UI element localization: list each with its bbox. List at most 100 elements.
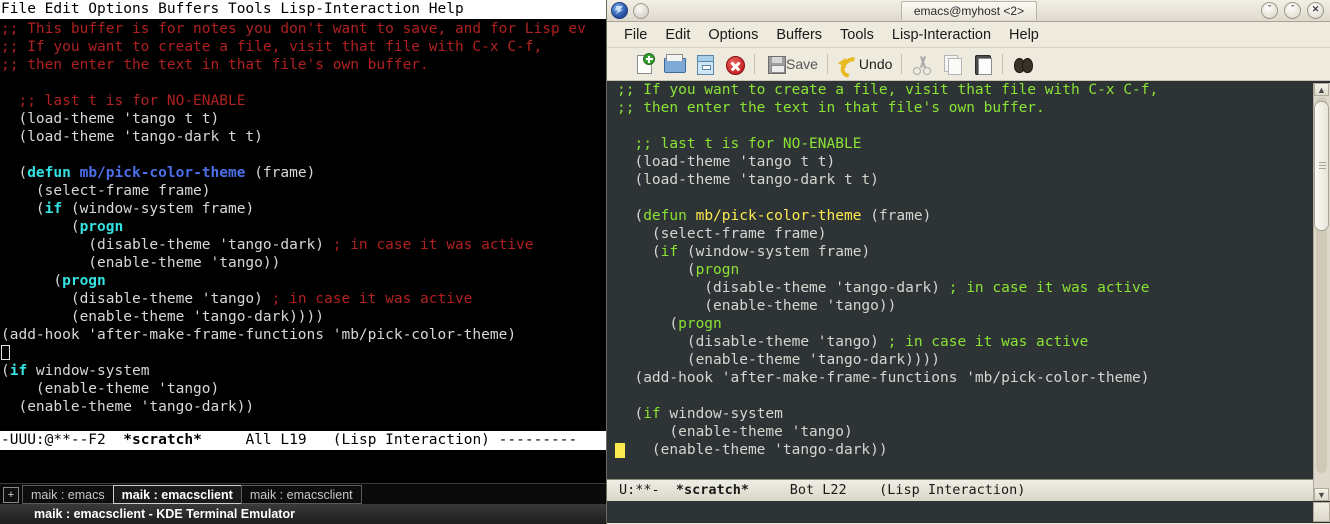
new-tab-button[interactable]: + bbox=[3, 486, 19, 503]
emacs-titlebar[interactable]: emacs@myhost <2> ˇ ˆ ✕ bbox=[607, 0, 1330, 22]
close-buffer-button[interactable] bbox=[719, 50, 749, 78]
scrollbar-down-arrow[interactable]: ▼ bbox=[1314, 488, 1329, 501]
buffer-line-blank bbox=[607, 189, 1330, 207]
undo-icon bbox=[837, 53, 859, 75]
modeline-flags: -UUU:@**--F2 bbox=[1, 432, 106, 448]
window-resize-grip[interactable] bbox=[1313, 502, 1330, 522]
paste-button[interactable] bbox=[967, 50, 997, 78]
buffer-line: (disable-theme 'tango) ; in case it was … bbox=[1, 291, 473, 307]
emacs-logo-icon bbox=[611, 2, 628, 19]
buffer-line: (add-hook 'after-make-frame-functions 'm… bbox=[617, 370, 1150, 386]
copy-icon bbox=[941, 53, 963, 75]
modeline-position: All L19 bbox=[245, 432, 307, 448]
new-file-button[interactable] bbox=[629, 50, 659, 78]
buffer-line-cursor bbox=[0, 344, 606, 362]
cut-button[interactable] bbox=[907, 50, 937, 78]
menu-buffers[interactable]: Buffers bbox=[767, 26, 831, 44]
buffer-line: (enable-theme 'tango)) bbox=[617, 298, 897, 314]
save-as-icon bbox=[693, 53, 715, 75]
search-button[interactable] bbox=[1008, 50, 1038, 78]
konsole-window: File Edit Options Buffers Tools Lisp-Int… bbox=[0, 0, 606, 524]
cut-icon bbox=[911, 53, 933, 75]
buffer-line: (if window-system bbox=[1, 363, 150, 379]
buffer-line-blank bbox=[0, 146, 606, 164]
modeline-major-mode: (Lisp Interaction) bbox=[879, 482, 1026, 498]
buffer-line: (defun mb/pick-color-theme (frame) bbox=[617, 208, 932, 224]
terminal-emacs-buffer[interactable]: ;; This buffer is for notes you don't wa… bbox=[0, 19, 606, 432]
terminal-emacs-menubar[interactable]: File Edit Options Buffers Tools Lisp-Int… bbox=[0, 0, 606, 19]
buffer-line: (disable-theme 'tango) ; in case it was … bbox=[617, 334, 1089, 350]
buffer-line: ;; then enter the text in that file's ow… bbox=[617, 100, 1045, 116]
modeline-major-mode: (Lisp Interaction) bbox=[332, 432, 490, 448]
konsole-statusbar: maik : emacsclient - KDE Terminal Emulat… bbox=[0, 504, 606, 524]
maximize-button[interactable]: ˆ bbox=[1284, 2, 1301, 19]
buffer-line: (if (window-system frame) bbox=[1, 201, 255, 217]
emacs-gui-window: emacs@myhost <2> ˇ ˆ ✕ File Edit Options… bbox=[606, 0, 1330, 524]
konsole-tab-emacs[interactable]: maik : emacs bbox=[22, 485, 114, 504]
menu-help[interactable]: Help bbox=[1000, 26, 1048, 44]
toolbar-separator bbox=[826, 54, 828, 74]
emacs-toolbar: Save Undo bbox=[607, 48, 1330, 81]
emacs-buffer-area[interactable]: ;; If you want to create a file, visit t… bbox=[607, 81, 1330, 479]
buffer-line: ;; This buffer is for notes you don't wa… bbox=[1, 21, 586, 37]
menu-file[interactable]: File bbox=[615, 26, 656, 44]
menu-lisp-interaction[interactable]: Lisp-Interaction bbox=[883, 26, 1000, 44]
modeline-flags: U:**- bbox=[619, 482, 660, 498]
open-file-icon bbox=[663, 53, 686, 75]
search-icon bbox=[1012, 53, 1034, 75]
buffer-line: (progn bbox=[617, 262, 740, 278]
copy-button[interactable] bbox=[937, 50, 967, 78]
menu-tools[interactable]: Tools bbox=[831, 26, 883, 44]
emacs-window-title: emacs@myhost <2> bbox=[900, 0, 1038, 20]
window-menu-icon[interactable] bbox=[633, 2, 649, 19]
buffer-line: (disable-theme 'tango-dark) ; in case it… bbox=[617, 280, 1150, 296]
save-as-button[interactable] bbox=[689, 50, 719, 78]
undo-button[interactable] bbox=[833, 50, 863, 78]
save-button[interactable] bbox=[760, 50, 790, 78]
buffer-line: (defun mb/pick-color-theme (frame) bbox=[1, 165, 316, 181]
buffer-line: (enable-theme 'tango) bbox=[1, 381, 220, 397]
save-button-label: Save bbox=[786, 56, 818, 72]
close-buffer-icon bbox=[723, 53, 745, 75]
open-file-button[interactable] bbox=[659, 50, 689, 78]
emacs-vertical-scrollbar[interactable]: ▲ ▼ bbox=[1313, 83, 1330, 501]
konsole-tab-emacsclient[interactable]: maik : emacsclient bbox=[240, 485, 362, 504]
buffer-line: (enable-theme 'tango)) bbox=[1, 255, 281, 271]
buffer-line: (if window-system bbox=[617, 406, 783, 422]
emacs-menubar: File Edit Options Buffers Tools Lisp-Int… bbox=[607, 22, 1330, 48]
toolbar-separator bbox=[1002, 54, 1004, 74]
emacs-modeline: U:**- *scratch* Bot L22 (Lisp Interactio… bbox=[607, 479, 1330, 501]
buffer-line: ;; last t is for NO-ENABLE bbox=[1, 93, 246, 109]
modeline-filler: --------- bbox=[498, 432, 578, 448]
buffer-line: (enable-theme 'tango-dark)) bbox=[1, 399, 255, 415]
undo-button-label: Undo bbox=[858, 56, 893, 72]
buffer-line: (add-hook 'after-make-frame-functions 'm… bbox=[1, 327, 517, 343]
buffer-line: (load-theme 'tango-dark t t) bbox=[617, 172, 879, 188]
buffer-line-blank bbox=[0, 74, 606, 92]
emacs-echo-area bbox=[607, 501, 1330, 523]
buffer-line: (disable-theme 'tango-dark) ; in case it… bbox=[1, 237, 534, 253]
menu-edit[interactable]: Edit bbox=[656, 26, 699, 44]
buffer-line: (if (window-system frame) bbox=[617, 244, 871, 260]
menu-options[interactable]: Options bbox=[699, 26, 767, 44]
buffer-line-cursor: (enable-theme 'tango-dark)) bbox=[615, 442, 888, 458]
konsole-tabbar: + maik : emacs maik : emacsclient maik :… bbox=[0, 483, 606, 505]
close-button[interactable]: ✕ bbox=[1307, 2, 1324, 19]
buffer-line: (progn bbox=[617, 316, 722, 332]
modeline-buffer-name: *scratch* bbox=[675, 482, 750, 498]
buffer-line: (load-theme 'tango-dark t t) bbox=[1, 129, 263, 145]
scrollbar-up-arrow[interactable]: ▲ bbox=[1314, 83, 1329, 96]
buffer-line: ;; then enter the text in that file's ow… bbox=[1, 57, 429, 73]
buffer-line: (progn bbox=[1, 219, 124, 235]
new-file-icon bbox=[633, 53, 655, 75]
buffer-line: (enable-theme 'tango-dark)))) bbox=[1, 309, 325, 325]
toolbar-separator bbox=[901, 54, 903, 74]
buffer-line: (select-frame frame) bbox=[617, 226, 827, 242]
text-cursor bbox=[1, 345, 10, 360]
buffer-line: (select-frame frame) bbox=[1, 183, 211, 199]
save-icon bbox=[764, 53, 786, 75]
konsole-tab-emacsclient-active[interactable]: maik : emacsclient bbox=[112, 485, 242, 504]
scrollbar-thumb[interactable] bbox=[1314, 101, 1329, 231]
minimize-button[interactable]: ˇ bbox=[1261, 2, 1278, 19]
buffer-line: ;; If you want to create a file, visit t… bbox=[1, 39, 543, 55]
